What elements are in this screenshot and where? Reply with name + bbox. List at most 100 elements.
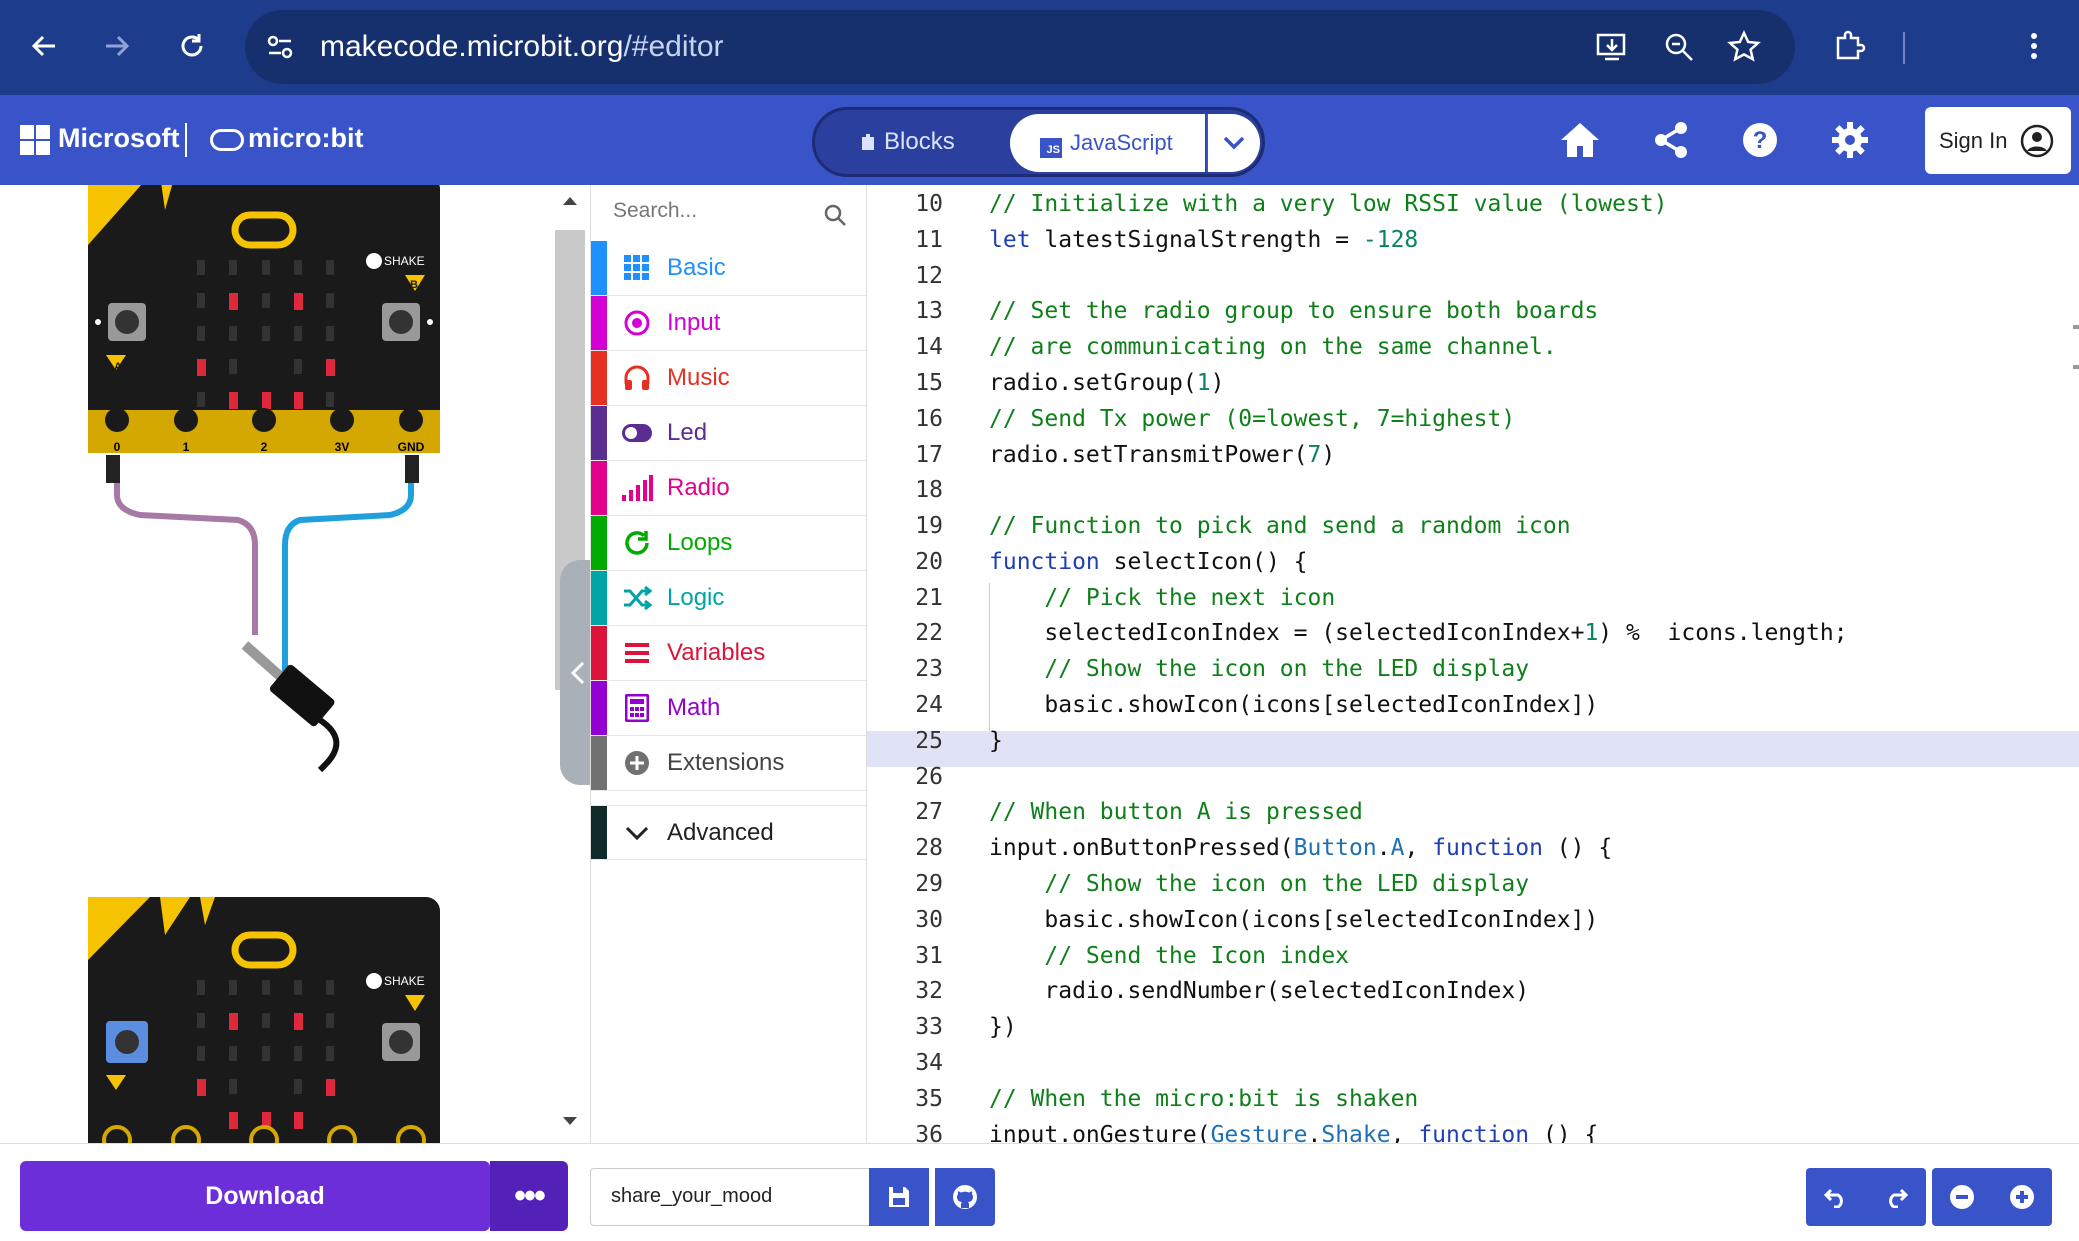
site-settings-icon[interactable] xyxy=(265,32,295,62)
code-line[interactable]: 35 // When the micro:bit is shaken xyxy=(867,1082,2079,1118)
code-line[interactable]: 14 // are communicating on the same chann… xyxy=(867,330,2079,366)
line-code[interactable]: } xyxy=(989,728,1003,754)
svg-text:?: ? xyxy=(1753,127,1768,154)
scroll-down-icon[interactable] xyxy=(562,1115,578,1127)
undo-button[interactable] xyxy=(1806,1168,1866,1226)
category-input[interactable]: Input xyxy=(591,296,866,351)
tab-blocks[interactable]: Blocks xyxy=(860,110,955,174)
code-line[interactable]: 20 function selectIcon() { xyxy=(867,545,2079,581)
line-code[interactable]: // Set the radio group to ensure both bo… xyxy=(989,298,1598,324)
category-loops[interactable]: Loops xyxy=(591,516,866,571)
code-editor[interactable]: 10 // Initialize with a very low RSSI val… xyxy=(866,185,2079,1143)
save-button[interactable] xyxy=(869,1168,929,1226)
redo-button[interactable] xyxy=(1866,1168,1926,1226)
code-line[interactable]: 21 // Pick the next icon xyxy=(867,581,2079,617)
line-code[interactable]: // Send the Icon index xyxy=(989,943,1349,969)
code-line[interactable]: 30 basic.showIcon(icons[selectedIconInde… xyxy=(867,903,2079,939)
code-line[interactable]: 12 xyxy=(867,259,2079,295)
microbit-brand[interactable]: micro:bit xyxy=(248,123,364,154)
line-code[interactable]: function selectIcon() { xyxy=(989,549,1308,575)
category-basic[interactable]: Basic xyxy=(591,241,866,296)
line-code[interactable]: radio.setTransmitPower(7) xyxy=(989,442,1335,468)
code-line[interactable]: 27 // When button A is pressed xyxy=(867,795,2079,831)
github-button[interactable] xyxy=(935,1168,995,1226)
line-code[interactable]: // are communicating on the same channel… xyxy=(989,334,1557,360)
line-code[interactable]: input.onGesture(Gesture.Shake, function … xyxy=(989,1122,1598,1143)
language-dropdown-button[interactable] xyxy=(1206,114,1260,172)
code-line[interactable]: 19 // Function to pick and send a random … xyxy=(867,509,2079,545)
line-code[interactable]: basic.showIcon(icons[selectedIconIndex]) xyxy=(989,907,1598,933)
code-line[interactable]: 10 // Initialize with a very low RSSI val… xyxy=(867,187,2079,223)
home-button[interactable] xyxy=(1558,118,1602,162)
line-code[interactable]: // Pick the next icon xyxy=(989,585,1335,611)
line-code[interactable]: radio.setGroup(1) xyxy=(989,370,1224,396)
help-button[interactable]: ? xyxy=(1738,118,1782,162)
line-code[interactable]: // When button A is pressed xyxy=(989,799,1363,825)
download-button[interactable]: Download xyxy=(20,1161,490,1231)
line-code[interactable]: selectedIconIndex = (selectedIconIndex+1… xyxy=(989,620,1847,646)
toolbox-search[interactable]: Search... xyxy=(591,193,866,233)
address-bar[interactable]: makecode.microbit.org/#editor xyxy=(245,10,1795,84)
bookmark-star-icon[interactable] xyxy=(1727,30,1761,64)
code-line[interactable]: 31 // Send the Icon index xyxy=(867,939,2079,975)
reload-button[interactable] xyxy=(168,22,216,70)
code-line[interactable]: 26 xyxy=(867,760,2079,796)
line-code[interactable]: basic.showIcon(icons[selectedIconIndex]) xyxy=(989,692,1598,718)
line-code[interactable]: // Function to pick and send a random ic… xyxy=(989,513,1571,539)
scroll-up-icon[interactable] xyxy=(562,195,578,207)
code-line[interactable]: 33}) xyxy=(867,1010,2079,1046)
microbit-simulator[interactable]: SHAKE B A 0 1 2 3V GND SHAKE xyxy=(0,185,555,1143)
line-code[interactable]: // Show the icon on the LED display xyxy=(989,656,1529,682)
line-code[interactable]: // Initialize with a very low RSSI value… xyxy=(989,191,1668,217)
back-button[interactable] xyxy=(20,22,68,70)
search-icon[interactable] xyxy=(823,203,847,227)
line-code[interactable]: // Show the icon on the LED display xyxy=(989,871,1529,897)
category-advanced[interactable]: Advanced xyxy=(591,805,866,860)
code-line[interactable]: 13 // Set the radio group to ensure both … xyxy=(867,294,2079,330)
code-line[interactable]: 29 // Show the icon on the LED display xyxy=(867,867,2079,903)
code-line[interactable]: 25} xyxy=(867,724,2079,760)
code-line[interactable]: 17 radio.setTransmitPower(7) xyxy=(867,438,2079,474)
code-line[interactable]: 36 input.onGesture(Gesture.Shake, functio… xyxy=(867,1118,2079,1143)
code-line[interactable]: 22 selectedIconIndex = (selectedIconInde… xyxy=(867,616,2079,652)
line-code[interactable]: input.onButtonPressed(Button.A, function… xyxy=(989,835,1612,861)
category-led[interactable]: Led xyxy=(591,406,866,461)
line-code[interactable]: let latestSignalStrength = -128 xyxy=(989,227,1418,253)
brand-separator xyxy=(185,123,187,157)
category-math[interactable]: Math xyxy=(591,681,866,736)
settings-button[interactable] xyxy=(1828,118,1872,162)
code-line[interactable]: 11 let latestSignalStrength = -128 xyxy=(867,223,2079,259)
code-line[interactable]: 18 xyxy=(867,473,2079,509)
install-app-icon[interactable] xyxy=(1595,30,1629,64)
code-line[interactable]: 15 radio.setGroup(1) xyxy=(867,366,2079,402)
back-arrow-icon xyxy=(31,35,55,57)
code-line[interactable]: 16 // Send Tx power (0=lowest, 7=highest) xyxy=(867,402,2079,438)
code-line[interactable]: 34 xyxy=(867,1046,2079,1082)
extensions-button[interactable] xyxy=(1826,22,1874,70)
tab-javascript[interactable]: JS JavaScript xyxy=(1010,114,1205,172)
browser-menu-button[interactable] xyxy=(2010,22,2058,70)
code-line[interactable]: 28 input.onButtonPressed(Button.A, functi… xyxy=(867,831,2079,867)
search-input[interactable]: Search... xyxy=(613,199,697,223)
category-variables[interactable]: Variables xyxy=(591,626,866,681)
line-code[interactable]: radio.sendNumber(selectedIconIndex) xyxy=(989,978,1529,1004)
download-more-button[interactable]: ••• xyxy=(490,1161,568,1231)
share-button[interactable] xyxy=(1649,118,1693,162)
code-line[interactable]: 23 // Show the icon on the LED display xyxy=(867,652,2079,688)
zoom-in-button[interactable] xyxy=(1992,1168,2052,1226)
project-name-input[interactable]: share_your_mood xyxy=(590,1168,870,1226)
sign-in-button[interactable]: Sign In xyxy=(1925,107,2071,174)
category-music[interactable]: Music xyxy=(591,351,866,406)
forward-button[interactable] xyxy=(93,22,141,70)
line-code[interactable]: }) xyxy=(989,1014,1017,1040)
zoom-icon[interactable] xyxy=(1662,30,1696,64)
microsoft-brand[interactable]: Microsoft xyxy=(58,123,180,154)
category-extensions[interactable]: Extensions xyxy=(591,736,866,791)
category-logic[interactable]: Logic xyxy=(591,571,866,626)
line-code[interactable]: // Send Tx power (0=lowest, 7=highest) xyxy=(989,406,1515,432)
line-code[interactable]: // When the micro:bit is shaken xyxy=(989,1086,1418,1112)
code-line[interactable]: 32 radio.sendNumber(selectedIconIndex) xyxy=(867,974,2079,1010)
zoom-out-button[interactable] xyxy=(1932,1168,1992,1226)
code-line[interactable]: 24 basic.showIcon(icons[selectedIconInde… xyxy=(867,688,2079,724)
category-radio[interactable]: Radio xyxy=(591,461,866,516)
